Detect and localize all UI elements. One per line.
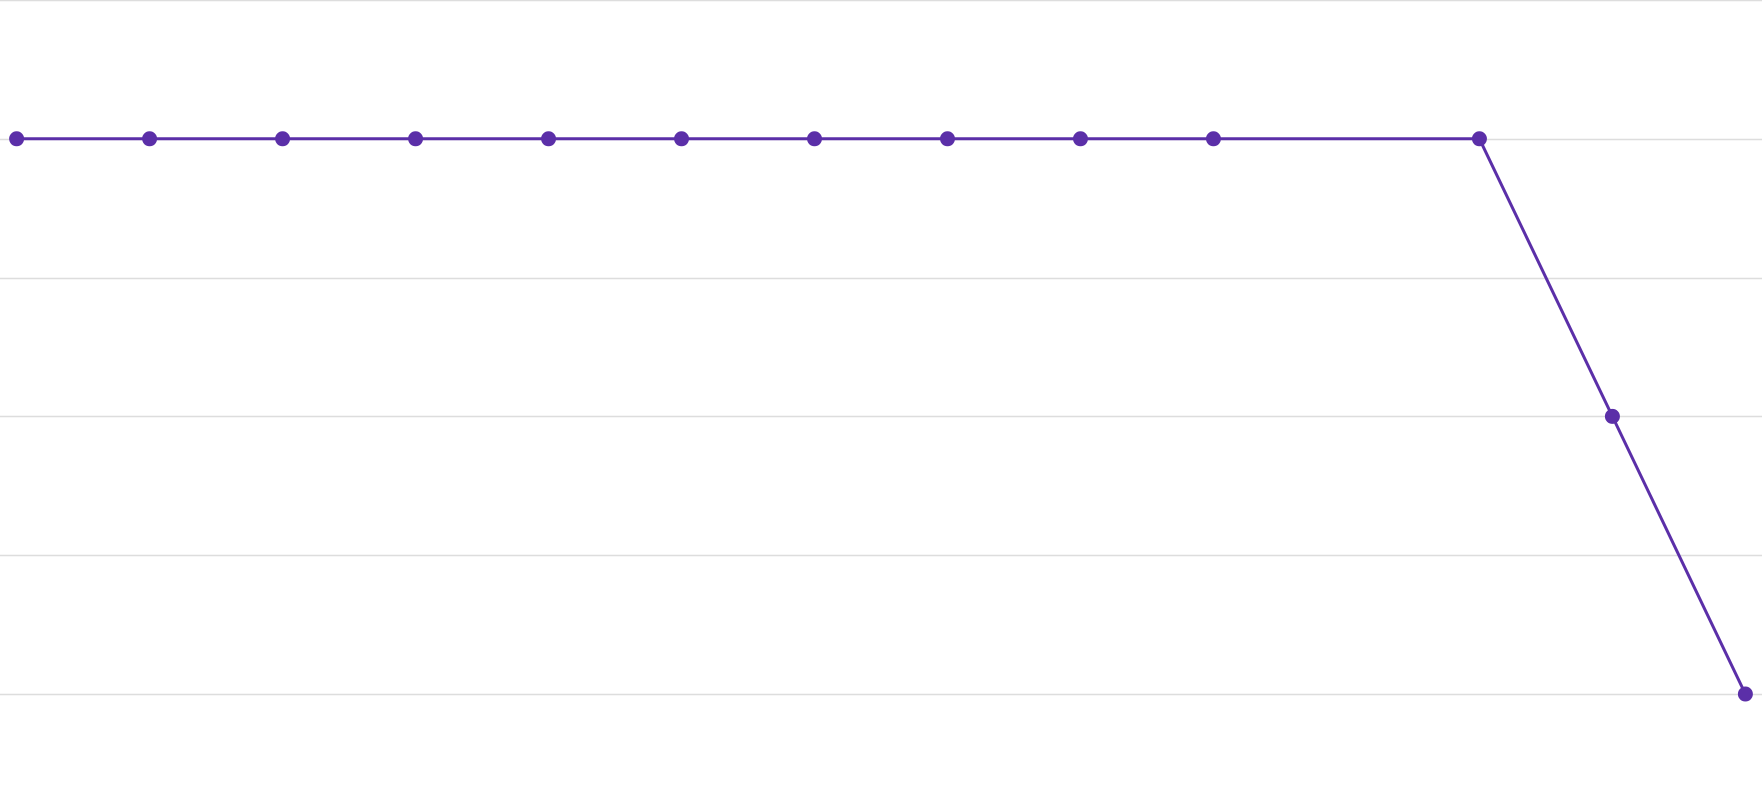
data-point-7[interactable]	[807, 131, 823, 147]
data-point-9[interactable]	[1072, 131, 1088, 147]
line-chart	[0, 0, 1762, 702]
data-point-6[interactable]	[674, 131, 690, 147]
data-point-3[interactable]	[275, 131, 291, 147]
grid-layer	[0, 0, 1762, 696]
data-point-5[interactable]	[541, 131, 557, 147]
data-point-8[interactable]	[939, 131, 955, 147]
data-point-4[interactable]	[408, 131, 424, 147]
data-point-1[interactable]	[9, 131, 25, 147]
chart	[0, 0, 1762, 812]
data-point-12[interactable]	[1471, 131, 1487, 147]
data-point-10[interactable]	[1205, 131, 1221, 147]
data-point-14[interactable]	[1737, 686, 1753, 702]
data-point-2[interactable]	[142, 131, 158, 147]
data-point-13[interactable]	[1604, 408, 1620, 424]
